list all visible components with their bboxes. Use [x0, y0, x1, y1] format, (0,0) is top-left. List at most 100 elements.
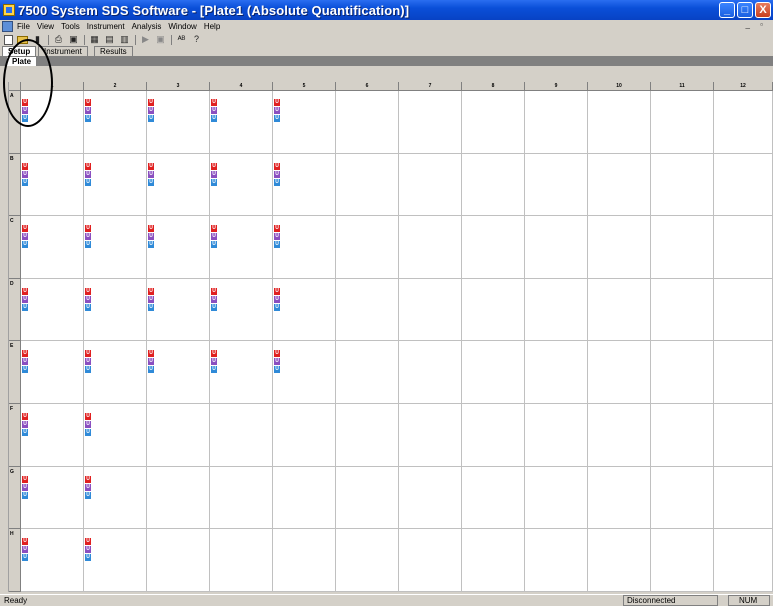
save-icon[interactable]: ▮ [32, 35, 43, 45]
well-D3[interactable]: UUU [147, 278, 210, 342]
well-G5[interactable] [273, 466, 336, 530]
well-G7[interactable] [399, 466, 462, 530]
well-A12[interactable] [714, 91, 773, 154]
tab-results[interactable]: Results [94, 46, 133, 56]
well-F2[interactable]: UUU [84, 404, 147, 467]
menu-analysis[interactable]: Analysis [132, 22, 162, 31]
well-A8[interactable] [462, 91, 525, 154]
well-A2[interactable]: UUU [84, 91, 147, 154]
well-H4[interactable] [210, 529, 273, 592]
well-F8[interactable] [462, 404, 525, 467]
open-folder-icon[interactable] [17, 35, 28, 44]
well-F11[interactable] [651, 404, 714, 467]
well-G11[interactable] [651, 466, 714, 530]
well-F12[interactable] [714, 404, 773, 467]
menu-window[interactable]: Window [168, 22, 196, 31]
well-D1[interactable]: UUU [21, 278, 84, 342]
column-header-6[interactable]: 6 [336, 82, 399, 90]
well-G8[interactable] [462, 466, 525, 530]
well-H2[interactable]: UUU [84, 529, 147, 592]
help-icon[interactable]: ? [191, 35, 202, 45]
well-A7[interactable] [399, 91, 462, 154]
well-B5[interactable]: UUU [273, 153, 336, 217]
well-E3[interactable]: UUU [147, 341, 210, 404]
well-B6[interactable] [336, 153, 399, 217]
well-C11[interactable] [651, 216, 714, 279]
well-H11[interactable] [651, 529, 714, 592]
column-header-5[interactable]: 5 [273, 82, 336, 90]
well-A1[interactable]: UUU [21, 91, 84, 154]
maximize-button[interactable]: □ [737, 2, 753, 18]
print-icon[interactable]: ⎙ [53, 35, 64, 45]
well-E5[interactable]: UUU [273, 341, 336, 404]
well-G3[interactable] [147, 466, 210, 530]
well-F6[interactable] [336, 404, 399, 467]
well-C3[interactable]: UUU [147, 216, 210, 279]
well-H5[interactable] [273, 529, 336, 592]
well-B4[interactable]: UUU [210, 153, 273, 217]
well-G10[interactable] [588, 466, 651, 530]
well-H3[interactable] [147, 529, 210, 592]
well-E8[interactable] [462, 341, 525, 404]
row-header-B[interactable]: B [9, 153, 21, 217]
well-inspector-icon[interactable]: ▤ [104, 35, 115, 45]
print-preview-icon[interactable]: ▣ [68, 35, 79, 45]
well-H1[interactable]: UUU [21, 529, 84, 592]
well-B12[interactable] [714, 153, 773, 217]
well-A5[interactable]: UUU [273, 91, 336, 154]
well-F3[interactable] [147, 404, 210, 467]
well-B7[interactable] [399, 153, 462, 217]
row-header-F[interactable]: F [9, 404, 21, 467]
well-G12[interactable] [714, 466, 773, 530]
column-header-9[interactable]: 9 [525, 82, 588, 90]
well-G9[interactable] [525, 466, 588, 530]
well-C2[interactable]: UUU [84, 216, 147, 279]
well-G1[interactable]: UUU [21, 466, 84, 530]
well-E4[interactable]: UUU [210, 341, 273, 404]
column-header-1[interactable]: 1 [21, 82, 84, 90]
row-header-D[interactable]: D [9, 278, 21, 342]
row-header-H[interactable]: H [9, 529, 21, 592]
well-E1[interactable]: UUU [21, 341, 84, 404]
column-header-7[interactable]: 7 [399, 82, 462, 90]
well-C5[interactable]: UUU [273, 216, 336, 279]
well-H6[interactable] [336, 529, 399, 592]
well-C4[interactable]: UUU [210, 216, 273, 279]
new-document-icon[interactable] [4, 34, 13, 45]
menu-tools[interactable]: Tools [61, 22, 80, 31]
find-icon[interactable]: ᴬᴮ [176, 35, 187, 45]
well-C9[interactable] [525, 216, 588, 279]
well-D7[interactable] [399, 278, 462, 342]
menu-help[interactable]: Help [204, 22, 220, 31]
mdi-controls[interactable]: _ ▫ [745, 20, 767, 29]
tab-plate[interactable]: Plate [6, 56, 38, 66]
well-D6[interactable] [336, 278, 399, 342]
well-F9[interactable] [525, 404, 588, 467]
start-run-icon[interactable]: ▶ [140, 35, 151, 45]
well-F7[interactable] [399, 404, 462, 467]
well-B11[interactable] [651, 153, 714, 217]
row-header-C[interactable]: C [9, 216, 21, 279]
row-header-A[interactable]: A [9, 91, 21, 154]
well-E12[interactable] [714, 341, 773, 404]
well-C6[interactable] [336, 216, 399, 279]
well-B1[interactable]: UUU [21, 153, 84, 217]
column-header-3[interactable]: 3 [147, 82, 210, 90]
well-A9[interactable] [525, 91, 588, 154]
column-header-10[interactable]: 10 [588, 82, 651, 90]
well-G4[interactable] [210, 466, 273, 530]
well-A11[interactable] [651, 91, 714, 154]
tab-setup[interactable]: Setup [2, 46, 37, 56]
well-E6[interactable] [336, 341, 399, 404]
stop-run-icon[interactable]: ▣ [155, 35, 166, 45]
column-header-4[interactable]: 4 [210, 82, 273, 90]
menu-instrument[interactable]: Instrument [87, 22, 125, 31]
minimize-button[interactable]: _ [719, 2, 735, 18]
well-H9[interactable] [525, 529, 588, 592]
well-E9[interactable] [525, 341, 588, 404]
column-header-2[interactable]: 2 [84, 82, 147, 90]
well-A10[interactable] [588, 91, 651, 154]
well-H7[interactable] [399, 529, 462, 592]
well-D8[interactable] [462, 278, 525, 342]
well-C8[interactable] [462, 216, 525, 279]
